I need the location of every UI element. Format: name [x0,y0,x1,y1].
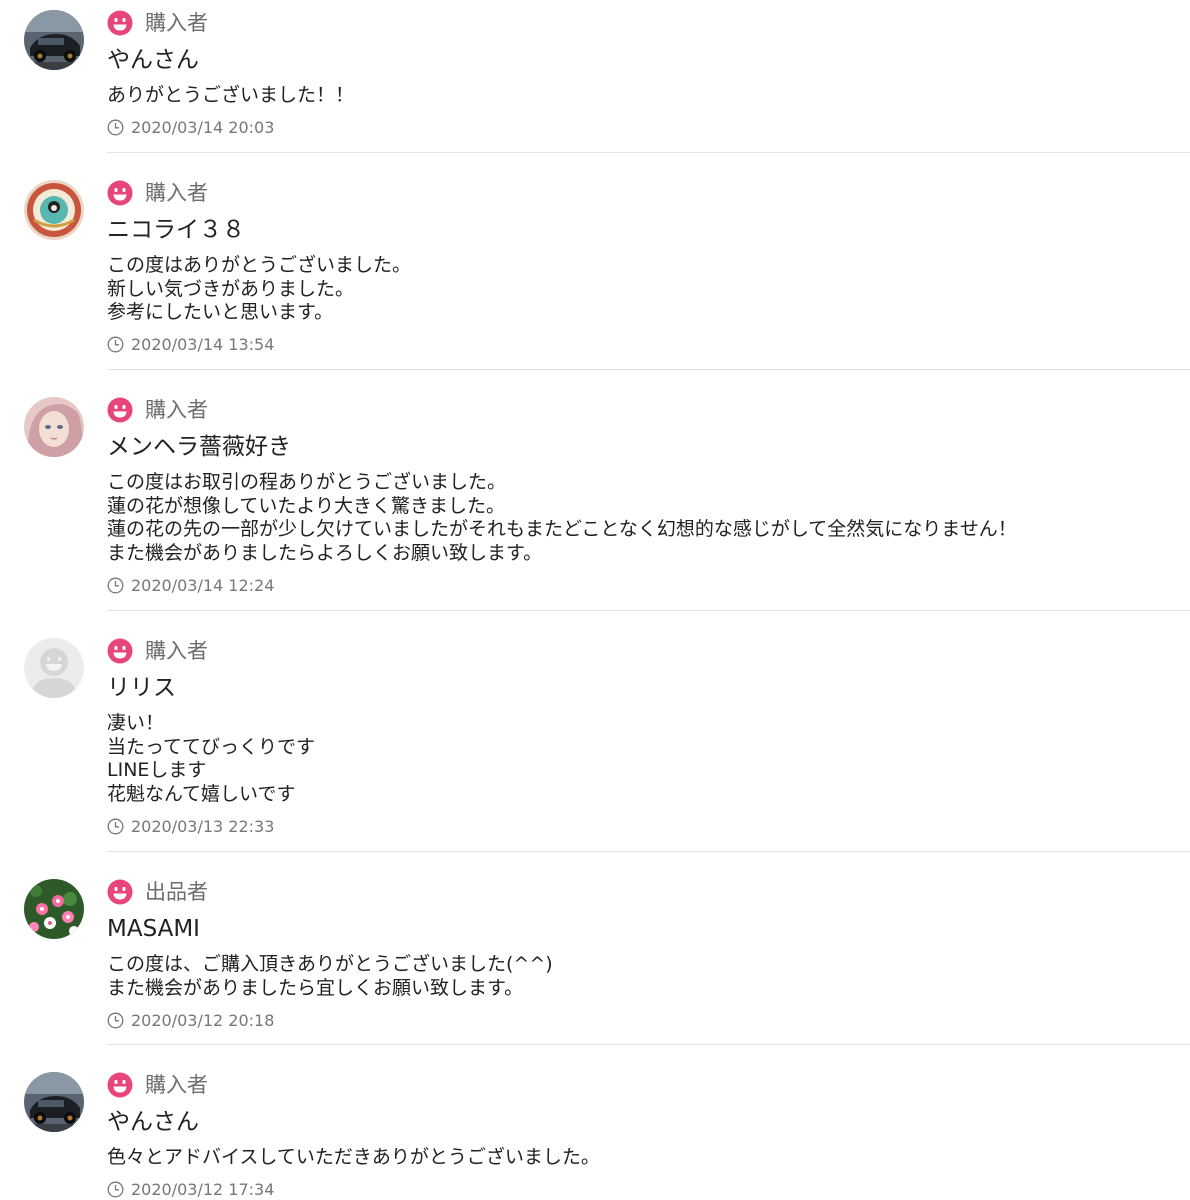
divider [107,610,1190,611]
smile-face-icon [107,638,133,664]
car-photo-avatar-image [24,1072,84,1132]
role-row: 購入者 [107,10,208,36]
role-label: 購入者 [145,1073,208,1097]
comment-line: 当たっててびっくりです [107,735,316,758]
username[interactable]: やんさん [107,46,199,74]
comment-line: LINEします [107,759,207,782]
comment-line: この度はお取引の程ありがとうございました。 [107,471,507,493]
role-label: 購入者 [145,11,208,35]
role-row: 購入者 [107,397,208,423]
role-row: 購入者 [107,1072,208,1098]
username[interactable]: MASAMI [107,915,200,943]
avatar[interactable] [24,879,84,939]
comment-line: 新しい気づきがありました。 [107,277,355,300]
comment-line: 色々とアドバイスしていただきありがとうございました。 [107,1146,600,1168]
comment-line: 蓮の花の先の一部が少し欠けていましたがそれもまたどことなく幻想的な感じがして全然… [107,518,1017,541]
comment-line: 花魁なんて嬉しいです [107,782,296,805]
avatar[interactable] [24,180,84,240]
timestamp: 2020/03/14 13:54 [131,335,275,354]
role-label: 購入者 [145,398,208,422]
clock-icon [107,119,124,136]
comment-line: 参考にしたいと思います。 [107,301,334,324]
avatar[interactable] [24,397,84,457]
divider [107,1044,1190,1045]
comment-line: また機会がありましたら宜しくお願い致します。 [107,976,524,999]
smile-face-icon [107,180,133,206]
role-label: 購入者 [145,639,208,663]
comment-text: 凄い！ 当たっててびっくりです LINEします 花魁なんて嬉しいです [107,712,315,806]
comment-line: 凄い！ [107,712,165,734]
comment-line: この度はありがとうございました。 [107,254,412,276]
username[interactable]: ニコライ３８ [107,216,245,244]
username[interactable]: やんさん [107,1108,199,1136]
divider [107,369,1190,370]
timestamp: 2020/03/13 22:33 [131,817,275,836]
smile-face-icon [107,397,133,423]
smile-face-icon [107,10,133,36]
avatar[interactable] [24,638,84,698]
timestamp: 2020/03/14 20:03 [131,118,275,137]
timestamp-row: 2020/03/14 20:03 [107,118,274,137]
timestamp-row: 2020/03/14 13:54 [107,335,274,354]
role-row: 購入者 [107,180,208,206]
default-face-avatar-image [24,638,84,698]
comment-line: 蓮の花が想像していたより大きく驚きました。 [107,494,506,517]
role-label: 購入者 [145,181,208,205]
comment-line: また機会がありましたらよろしくお願い致します。 [107,541,543,564]
timestamp: 2020/03/12 20:18 [131,1011,275,1030]
flower-photo-avatar-image [24,879,84,939]
comment-text: ありがとうございました！！ [107,84,354,108]
comment-text: この度はありがとうございました。 新しい気づきがありました。 参考にしたいと思い… [107,254,411,325]
divider [107,152,1190,153]
divider [107,851,1190,852]
timestamp-row: 2020/03/12 20:18 [107,1011,274,1030]
comment-text: 色々とアドバイスしていただきありがとうございました。 [107,1146,600,1170]
bowl-photo-avatar-image [24,180,84,240]
car-photo-avatar-image [24,10,84,70]
role-row: 購入者 [107,638,208,664]
doll-photo-avatar-image [24,397,84,457]
clock-icon [107,577,124,594]
avatar[interactable] [24,1072,84,1132]
timestamp-row: 2020/03/12 17:34 [107,1180,274,1199]
clock-icon [107,1012,124,1029]
clock-icon [107,818,124,835]
clock-icon [107,336,124,353]
comment-text: この度はお取引の程ありがとうございました。 蓮の花が想像していたより大きく驚きま… [107,471,1017,565]
username[interactable]: メンヘラ薔薇好き [107,433,291,461]
timestamp-row: 2020/03/13 22:33 [107,817,274,836]
timestamp: 2020/03/14 12:24 [131,576,275,595]
smile-face-icon [107,879,133,905]
smile-face-icon [107,1072,133,1098]
timestamp-row: 2020/03/14 12:24 [107,576,274,595]
comment-text: この度は、ご購入頂きありがとうございました(^^) また機会がありましたら宜しく… [107,953,553,1000]
clock-icon [107,1181,124,1198]
role-row: 出品者 [107,879,208,905]
role-label: 出品者 [145,880,208,904]
comment-line: この度は、ご購入頂きありがとうございました(^^) [107,953,553,975]
avatar[interactable] [24,10,84,70]
username[interactable]: リリス [107,674,176,702]
comment-line: ありがとうございました！！ [107,84,355,106]
timestamp: 2020/03/12 17:34 [131,1180,275,1199]
